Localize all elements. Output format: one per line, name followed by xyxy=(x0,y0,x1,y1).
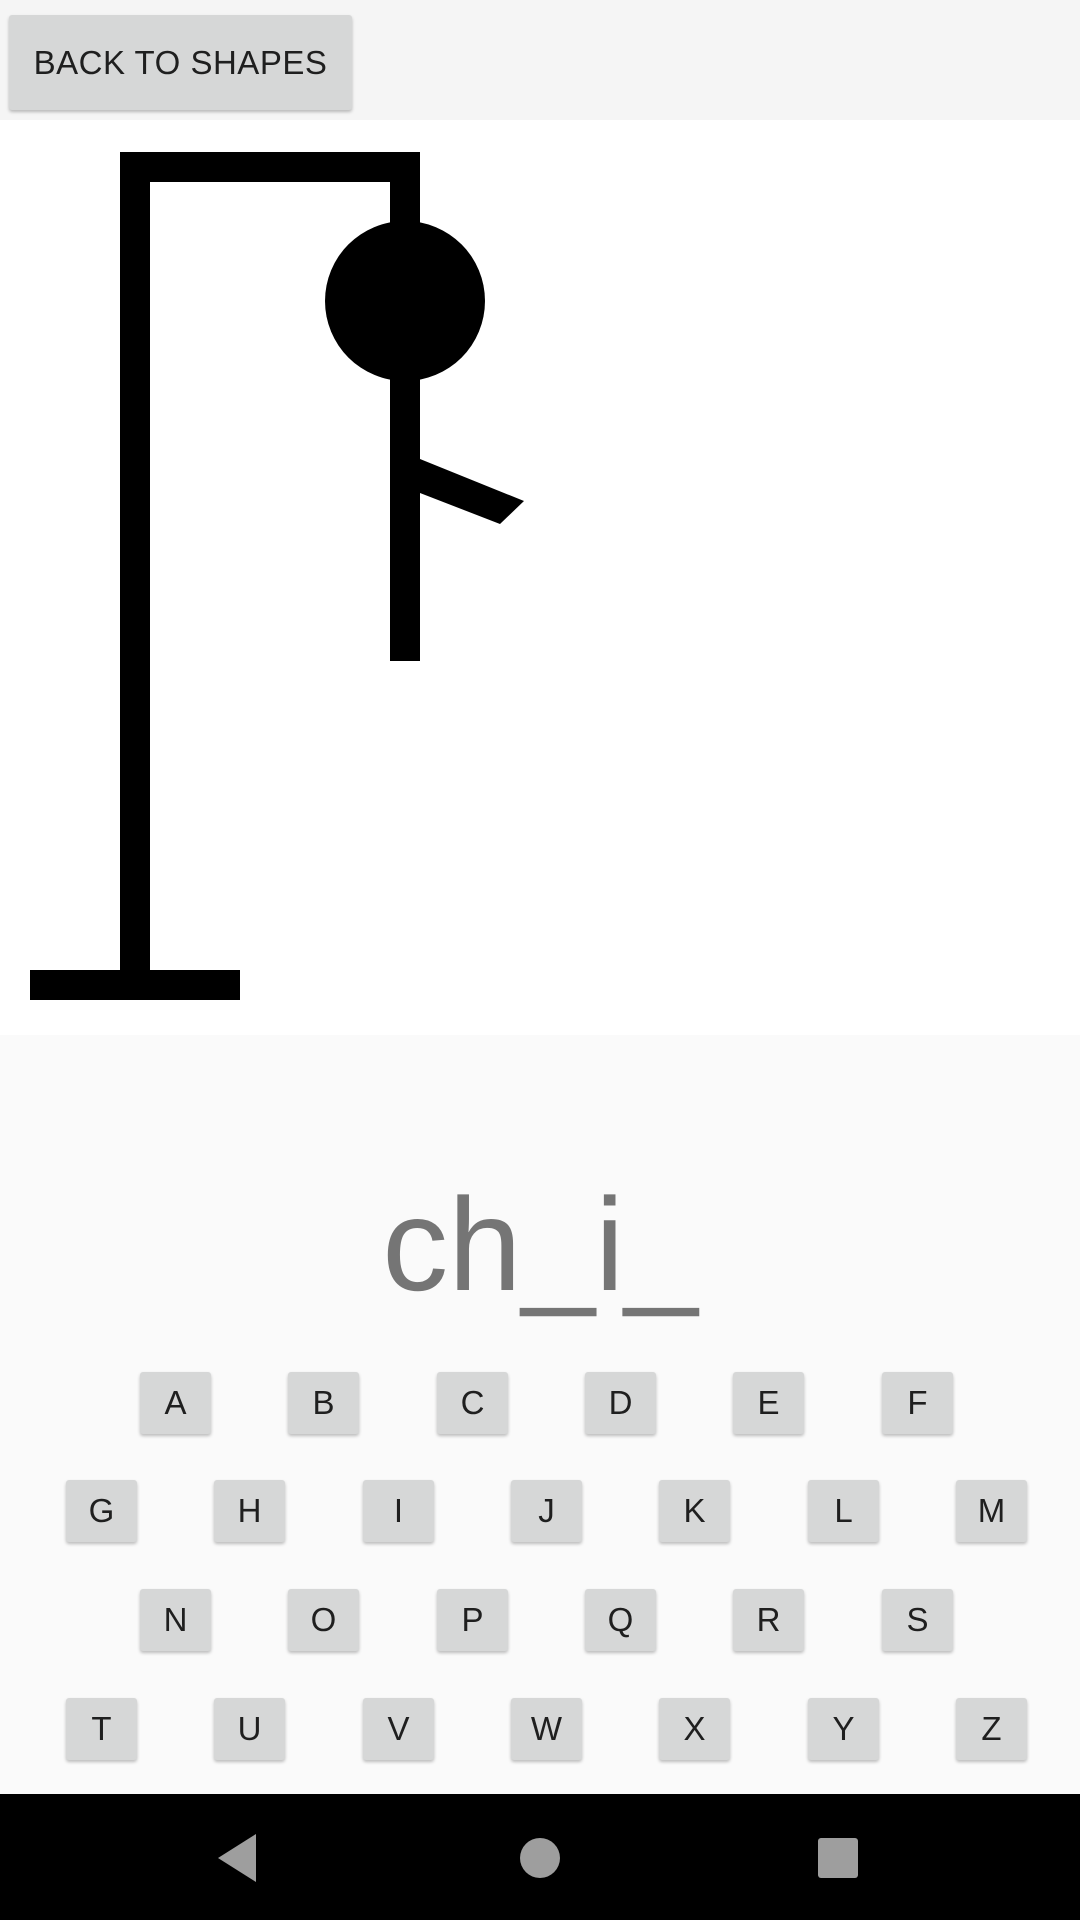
nav-home-button[interactable] xyxy=(511,1829,569,1887)
back-icon xyxy=(218,1834,256,1882)
key-z[interactable]: Z xyxy=(956,1698,1027,1760)
key-c[interactable]: C xyxy=(437,1372,508,1434)
key-g[interactable]: G xyxy=(66,1480,137,1542)
key-k[interactable]: K xyxy=(659,1480,730,1542)
top-bar: BACK TO SHAPES xyxy=(0,0,1080,120)
hangman-app: BACK TO SHAPES ch_i_ A B C D E F G H I J K L M N O P Q R S… xyxy=(0,0,1080,1920)
gallows-post xyxy=(120,152,150,975)
key-u[interactable]: U xyxy=(214,1698,285,1760)
key-l[interactable]: L xyxy=(808,1480,879,1542)
key-b[interactable]: B xyxy=(288,1372,359,1434)
nav-recents-button[interactable] xyxy=(809,1829,867,1887)
key-i[interactable]: I xyxy=(363,1480,434,1542)
home-icon xyxy=(520,1838,560,1878)
hangman-drawing xyxy=(30,152,524,1000)
key-v[interactable]: V xyxy=(363,1698,434,1760)
key-s[interactable]: S xyxy=(882,1589,953,1651)
key-m[interactable]: M xyxy=(956,1480,1027,1542)
key-p[interactable]: P xyxy=(437,1589,508,1651)
key-e[interactable]: E xyxy=(733,1372,804,1434)
key-x[interactable]: X xyxy=(659,1698,730,1760)
hangman-arm xyxy=(420,459,524,524)
back-to-shapes-button[interactable]: BACK TO SHAPES xyxy=(9,15,352,110)
key-t[interactable]: T xyxy=(66,1698,137,1760)
recents-icon xyxy=(818,1838,858,1878)
key-r[interactable]: R xyxy=(733,1589,804,1651)
gallows-rope xyxy=(390,152,420,232)
key-a[interactable]: A xyxy=(140,1372,211,1434)
nav-back-button[interactable] xyxy=(210,1829,268,1887)
key-d[interactable]: D xyxy=(585,1372,656,1434)
key-o[interactable]: O xyxy=(288,1589,359,1651)
gallows-beam xyxy=(120,152,420,182)
navigation-bar xyxy=(0,1794,1080,1920)
key-y[interactable]: Y xyxy=(808,1698,879,1760)
hangman-body xyxy=(390,375,420,661)
key-w[interactable]: W xyxy=(511,1698,582,1760)
hangman-canvas xyxy=(0,120,1080,1035)
hangman-head xyxy=(325,221,485,381)
word-display: ch_i_ xyxy=(382,1171,698,1318)
key-j[interactable]: J xyxy=(511,1480,582,1542)
key-n[interactable]: N xyxy=(140,1589,211,1651)
key-q[interactable]: Q xyxy=(585,1589,656,1651)
key-f[interactable]: F xyxy=(882,1372,953,1434)
key-h[interactable]: H xyxy=(214,1480,285,1542)
